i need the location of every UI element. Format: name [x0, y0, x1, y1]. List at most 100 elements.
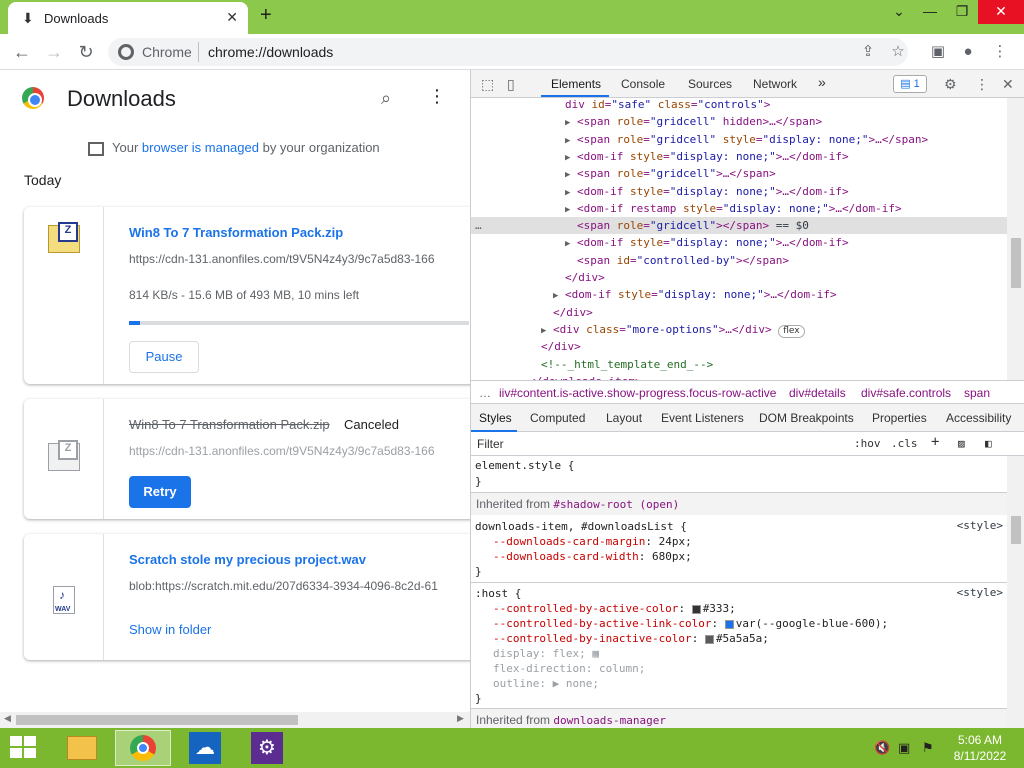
inherited-source[interactable]: #shadow-root (open) — [553, 498, 679, 511]
css-property[interactable]: --controlled-by-active-color: #333; — [493, 601, 1007, 616]
breadcrumb-item[interactable]: div#safe.controls — [861, 386, 951, 400]
dom-scrollbar[interactable] — [1007, 98, 1024, 380]
volume-muted-icon[interactable]: 🔇 — [874, 740, 890, 756]
file-name-link[interactable]: Scratch stole my precious project.wav — [129, 552, 366, 567]
tab-event-listeners[interactable]: Event Listeners — [661, 411, 744, 425]
tab-downloads[interactable]: ⬇ Downloads ✕ — [8, 2, 248, 34]
show-in-folder-link[interactable]: Show in folder — [129, 622, 211, 637]
browser-menu-icon[interactable]: ⋮ — [990, 42, 1010, 62]
dom-node[interactable]: ▶ <span role="gridcell" style="display: … — [471, 131, 1007, 148]
breadcrumb-item[interactable]: span — [964, 386, 990, 400]
tab-properties[interactable]: Properties — [872, 411, 927, 425]
rule-source-link[interactable]: <style> — [957, 519, 1003, 532]
file-url[interactable]: https://cdn-131.anonfiles.com/t9V5N4z4y3… — [129, 252, 435, 266]
reload-button[interactable]: ↻ — [74, 40, 98, 64]
inspect-element-icon[interactable]: ⬚ — [481, 76, 494, 93]
file-url[interactable]: blob:https://scratch.mit.edu/207d6334-39… — [129, 579, 438, 593]
breadcrumb-item[interactable]: … — [479, 386, 491, 400]
breadcrumb-item[interactable]: div#details — [789, 386, 846, 400]
dom-node[interactable]: ▶ <dom-if restamp style="display: none;"… — [471, 200, 1007, 217]
managed-link[interactable]: browser is managed — [142, 140, 259, 155]
rule-selector[interactable]: downloads-item, #downloadsList { — [475, 519, 1007, 534]
action-center-flag-icon[interactable]: ⚑ — [922, 740, 934, 756]
css-property[interactable]: --controlled-by-inactive-color: #5a5a5a; — [493, 631, 1007, 646]
tab-console[interactable]: Console — [621, 77, 665, 91]
window-close-button[interactable]: ✕ — [978, 0, 1024, 24]
pause-button[interactable]: Pause — [129, 341, 199, 373]
css-property-inactive[interactable]: display: flex; ▦ — [493, 646, 1007, 661]
devtools-menu-icon[interactable]: ⋮ — [975, 76, 989, 93]
class-toggle[interactable]: .cls — [891, 437, 918, 450]
css-property[interactable]: --downloads-card-width: 680px; — [493, 549, 1007, 564]
dom-node[interactable]: </div> — [471, 338, 1007, 355]
rule-selector[interactable]: :host { — [475, 586, 1007, 601]
tab-computed[interactable]: Computed — [530, 411, 585, 425]
dom-node[interactable]: </div> — [471, 304, 1007, 321]
new-rule-icon[interactable]: + — [931, 434, 939, 450]
styles-pane[interactable]: element.style { } Inherited from #shadow… — [471, 456, 1007, 728]
close-devtools-icon[interactable]: ✕ — [1002, 76, 1014, 93]
css-property-inactive[interactable]: flex-direction: column; — [493, 661, 1007, 676]
dom-node[interactable]: </div> — [471, 269, 1007, 286]
color-swatch[interactable] — [724, 619, 734, 629]
back-button[interactable]: ← — [10, 40, 34, 64]
styles-scrollbar[interactable] — [1007, 456, 1024, 728]
window-minimize-button[interactable]: — — [913, 0, 947, 24]
dom-node-selected[interactable]: … <span role="gridcell"></span> == $0 — [471, 217, 1007, 235]
dom-node[interactable]: ▶ <span role="gridcell" hidden>…</span> — [471, 113, 1007, 130]
new-tab-button[interactable]: + — [260, 4, 272, 27]
dom-node[interactable]: <span id="controlled-by"></span> — [471, 252, 1007, 269]
side-panel-icon[interactable]: ▣ — [928, 42, 948, 62]
dom-node[interactable]: </downloads-item> — [471, 373, 1007, 380]
tab-network[interactable]: Network — [753, 77, 797, 91]
search-icon[interactable]: ⌕ — [381, 88, 391, 109]
breadcrumb-item[interactable]: iiv#content.is-active.show-progress.focu… — [499, 386, 776, 400]
dom-node[interactable]: ▶ <span role="gridcell">…</span> — [471, 165, 1007, 182]
tab-sources[interactable]: Sources — [688, 77, 732, 91]
scroll-right-icon[interactable]: ▶ — [457, 713, 464, 724]
dom-node[interactable]: <!--_html_template_end_--> — [471, 356, 1007, 373]
profile-avatar-icon[interactable]: ● — [958, 42, 978, 62]
scroll-left-icon[interactable]: ◀ — [4, 713, 11, 724]
tab-styles[interactable]: Styles — [479, 411, 512, 425]
dom-tree[interactable]: div id="safe" class="controls"> ▶ <span r… — [471, 98, 1007, 380]
dom-node[interactable]: ▶ <dom-if style="display: none;">…</dom-… — [471, 234, 1007, 251]
dom-node[interactable]: ▶ <dom-if style="display: none;">…</dom-… — [471, 183, 1007, 200]
forward-button[interactable]: → — [42, 40, 66, 64]
tab-close-icon[interactable]: ✕ — [226, 9, 238, 26]
horizontal-scrollbar[interactable]: ◀ ▶ — [0, 712, 470, 728]
flex-badge[interactable]: flex — [778, 324, 805, 338]
color-swatch[interactable] — [691, 604, 701, 614]
address-bar[interactable]: Chrome chrome://downloads — [108, 38, 908, 66]
retry-button[interactable]: Retry — [129, 476, 191, 508]
css-property-inactive[interactable]: outline: ▶ none; — [493, 676, 1007, 691]
scrollbar-thumb[interactable] — [1011, 516, 1021, 544]
more-tabs-icon[interactable]: » — [818, 74, 826, 90]
bookmark-star-icon[interactable]: ☆ — [888, 42, 908, 62]
dom-node[interactable]: ▶ <dom-if style="display: none;">…</dom-… — [471, 148, 1007, 165]
color-swatch[interactable] — [704, 634, 714, 644]
tab-layout[interactable]: Layout — [606, 411, 642, 425]
css-property[interactable]: --controlled-by-active-link-color: var(-… — [493, 616, 1007, 631]
more-actions-icon[interactable]: ⋮ — [428, 86, 446, 107]
inherited-source[interactable]: downloads-manager — [553, 714, 666, 727]
paint-bucket-icon[interactable]: ▨ — [958, 437, 965, 450]
flexbox-editor-icon[interactable]: ▦ — [592, 647, 599, 660]
tab-elements[interactable]: Elements — [551, 77, 601, 91]
element-style-rule[interactable]: element.style { — [475, 458, 1007, 473]
css-property[interactable]: --downloads-card-margin: 24px; — [493, 534, 1007, 549]
dom-node[interactable]: ▶ <div class="more-options">…</div> flex — [471, 321, 1007, 338]
chrome-taskbar-button[interactable] — [115, 730, 171, 766]
start-button[interactable] — [10, 736, 38, 760]
window-restore-button[interactable]: ❐ — [945, 0, 979, 24]
rule-source-link[interactable]: <style> — [957, 586, 1003, 599]
filter-input[interactable]: Filter — [477, 437, 504, 451]
toggle-sidebar-icon[interactable]: ◧ — [985, 437, 992, 450]
tab-accessibility[interactable]: Accessibility — [946, 411, 1011, 425]
minimize-window-icon[interactable]: ⌄ — [882, 0, 916, 24]
onedrive-button[interactable]: ☁ — [177, 730, 233, 766]
settings-app-button[interactable]: ⚙ — [239, 730, 295, 766]
share-icon[interactable]: ⇪ — [858, 42, 878, 62]
device-toolbar-icon[interactable]: ▯ — [507, 76, 515, 93]
file-name-link[interactable]: Win8 To 7 Transformation Pack.zip — [129, 225, 343, 240]
